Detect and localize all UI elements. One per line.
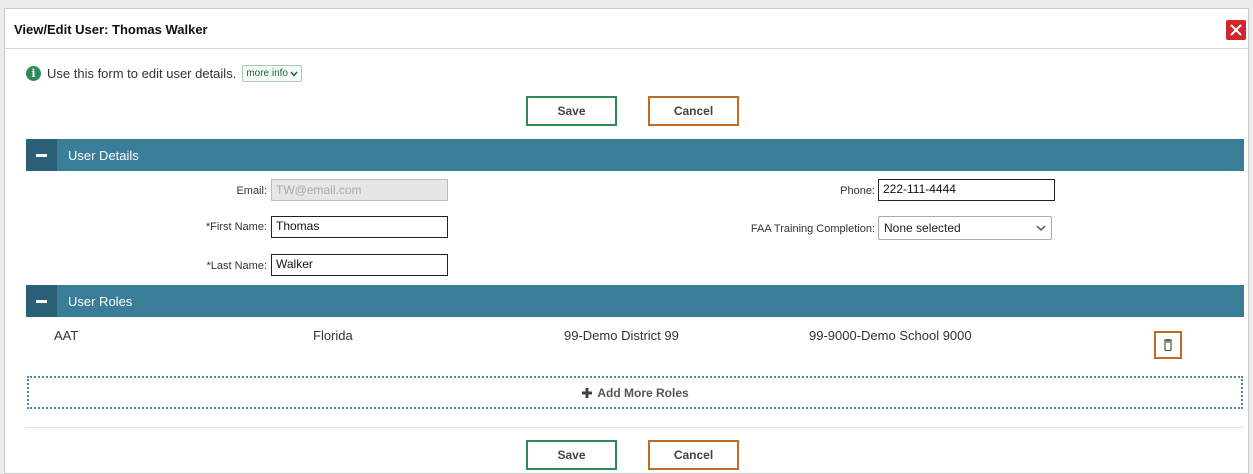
chevron-down-icon	[290, 71, 298, 77]
plus-icon	[582, 387, 593, 398]
phone-label: Phone:	[840, 185, 875, 197]
faa-training-label: FAA Training Completion:	[750, 223, 875, 235]
collapse-icon	[36, 153, 47, 157]
more-info-toggle[interactable]: more info	[242, 65, 302, 82]
chevron-down-icon	[1036, 224, 1046, 231]
collapse-icon	[36, 299, 47, 303]
trash-icon	[1164, 339, 1172, 351]
more-info-label: more info	[246, 68, 288, 79]
info-text: Use this form to edit user details.	[47, 66, 237, 81]
user-roles-title: User Roles	[68, 294, 133, 309]
district-cell: 99-Demo District 99	[564, 328, 679, 343]
edit-user-dialog: View/Edit User: Thomas Walker i Use this…	[4, 8, 1249, 474]
close-button[interactable]	[1226, 20, 1246, 40]
role-cell: AAT	[54, 328, 79, 343]
school-cell: 99-9000-Demo School 9000	[809, 328, 972, 343]
dialog-title: View/Edit User: Thomas Walker	[14, 22, 208, 37]
user-roles-header: User Roles	[26, 285, 1244, 317]
user-details-collapse-button[interactable]	[26, 139, 57, 171]
faa-training-select[interactable]: None selected	[878, 216, 1052, 240]
user-roles-collapse-button[interactable]	[26, 285, 57, 317]
email-label: Email:	[236, 185, 267, 197]
add-more-roles-label: Add More Roles	[597, 385, 689, 400]
info-row: i Use this form to edit user details. mo…	[26, 65, 302, 82]
cancel-button-top[interactable]: Cancel	[648, 96, 739, 126]
last-name-label: *Last Name:	[206, 260, 267, 272]
email-field: TW@email.com	[271, 179, 448, 201]
add-more-roles-button[interactable]: Add More Roles	[27, 376, 1243, 409]
user-details-header: User Details	[26, 139, 1244, 171]
state-cell: Florida	[313, 328, 353, 343]
first-name-label: *First Name:	[205, 221, 267, 233]
phone-field[interactable]: 222-111-4444	[878, 179, 1055, 201]
close-icon	[1230, 24, 1242, 36]
info-icon: i	[26, 66, 41, 81]
faa-training-value: None selected	[884, 221, 961, 235]
user-roles-body: AAT Florida 99-Demo District 99 99-9000-…	[26, 317, 1244, 428]
delete-role-button[interactable]	[1154, 331, 1182, 359]
user-details-title: User Details	[68, 148, 139, 163]
save-button-top[interactable]: Save	[526, 96, 617, 126]
cancel-button-bottom[interactable]: Cancel	[648, 440, 739, 470]
first-name-field[interactable]: Thomas	[271, 216, 448, 238]
save-button-bottom[interactable]: Save	[526, 440, 617, 470]
last-name-field[interactable]: Walker	[271, 254, 448, 276]
dialog-titlebar: View/Edit User: Thomas Walker	[5, 9, 1248, 49]
